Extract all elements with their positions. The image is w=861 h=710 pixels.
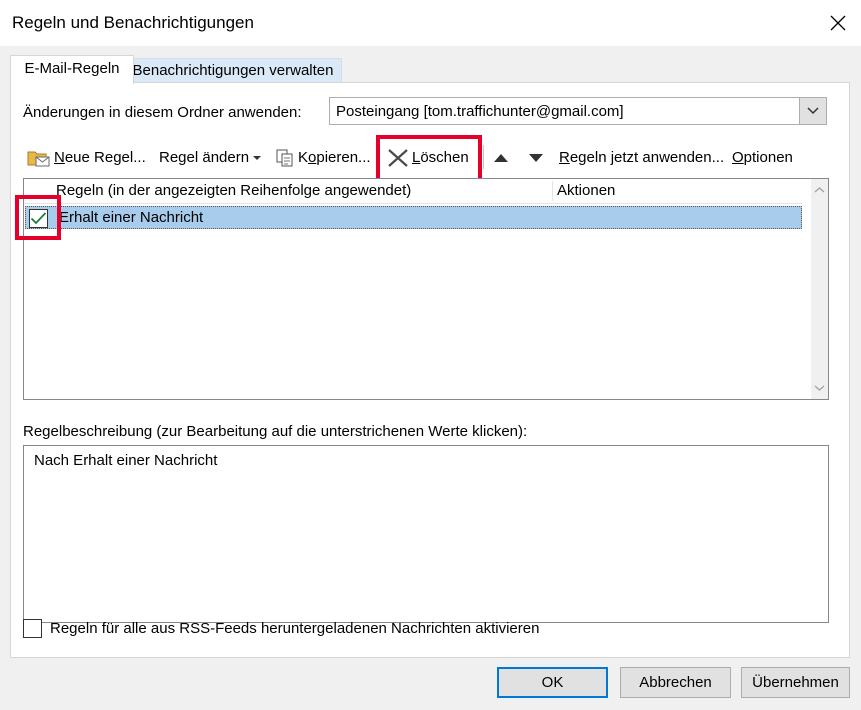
options-button[interactable]: Optionen — [732, 147, 793, 169]
caret-down-icon — [253, 156, 262, 160]
delete-label: öschen — [420, 149, 469, 166]
copy-label-pre: K — [298, 149, 309, 166]
folder-select[interactable]: Posteingang [tom.traffichunter@gmail.com… — [329, 97, 827, 125]
options-mnemonic: O — [732, 149, 744, 166]
rss-label: Regeln für alle aus RSS-Feeds herunterge… — [50, 620, 540, 637]
run-rules-mnemonic: R — [559, 149, 570, 166]
rule-name: Erhalt einer Nachricht — [59, 209, 204, 226]
chevron-down-icon — [807, 107, 819, 115]
column-header-rules[interactable]: Regeln (in der angezeigten Reihenfolge a… — [56, 182, 411, 199]
new-rule-icon — [27, 148, 51, 168]
copy-label: pieren... — [316, 149, 371, 166]
copy-rule-button[interactable]: Kopieren... — [275, 147, 371, 169]
copy-icon — [275, 148, 295, 168]
change-rule-button[interactable]: Regel ändern — [159, 147, 262, 169]
move-up-button[interactable] — [493, 147, 509, 169]
scroll-up-icon[interactable] — [811, 182, 828, 199]
rules-list[interactable]: Regeln (in der angezeigten Reihenfolge a… — [23, 178, 829, 400]
new-rule-mnemonic: N — [54, 149, 65, 166]
options-label: ptionen — [743, 149, 793, 166]
description-box[interactable]: Nach Erhalt einer Nachricht — [23, 445, 829, 623]
scroll-down-icon[interactable] — [811, 379, 828, 396]
move-down-button[interactable] — [528, 147, 544, 169]
window-title: Regeln und Benachrichtigungen — [12, 13, 254, 32]
description-label: Regelbeschreibung (zur Bearbeitung auf d… — [23, 423, 528, 440]
change-rule-label: Regel ändern — [159, 149, 250, 166]
rss-option[interactable]: Regeln für alle aus RSS-Feeds herunterge… — [23, 619, 539, 638]
table-row[interactable]: Erhalt einer Nachricht — [25, 206, 802, 229]
rss-checkbox[interactable] — [23, 619, 42, 638]
rules-panel: Änderungen in diesem Ordner anwenden: Po… — [10, 82, 850, 658]
description-text: Nach Erhalt einer Nachricht — [34, 452, 218, 469]
new-rule-button[interactable]: Neue Regel... — [27, 147, 146, 169]
rule-enabled-checkbox[interactable] — [29, 209, 48, 228]
arrow-down-icon — [529, 154, 543, 162]
list-header: Regeln (in der angezeigten Reihenfolge a… — [24, 179, 802, 204]
folder-label: Änderungen in diesem Ordner anwenden: — [23, 104, 302, 121]
close-icon — [830, 15, 846, 31]
apply-button[interactable]: Übernehmen — [741, 667, 850, 698]
arrow-up-icon — [494, 154, 508, 162]
delete-icon — [387, 148, 409, 168]
folder-value: Posteingang [tom.traffichunter@gmail.com… — [336, 103, 624, 120]
delete-rule-button[interactable]: Löschen — [387, 147, 469, 169]
cancel-button[interactable]: Abbrechen — [620, 667, 731, 698]
rules-toolbar: Neue Regel... Regel ändern Kopieren... L… — [11, 139, 849, 173]
column-divider — [552, 181, 553, 201]
run-rules-label: egeln jetzt anwenden... — [569, 149, 725, 166]
tab-manage-notifications[interactable]: Benachrichtigungen verwalten — [124, 58, 342, 82]
close-button[interactable] — [815, 0, 861, 46]
ok-button[interactable]: OK — [497, 667, 608, 698]
rules-list-scrollbar[interactable] — [811, 179, 828, 399]
folder-dropdown-button[interactable] — [799, 98, 826, 124]
column-header-actions[interactable]: Aktionen — [557, 182, 615, 199]
title-bar: Regeln und Benachrichtigungen — [0, 0, 861, 46]
new-rule-label: eue Regel... — [64, 149, 146, 166]
checkmark-icon — [30, 212, 47, 225]
run-rules-now-button[interactable]: Regeln jetzt anwenden... — [559, 147, 724, 169]
tab-email-rules[interactable]: E-Mail-Regeln — [10, 55, 134, 84]
toolbar-separator — [483, 145, 484, 169]
